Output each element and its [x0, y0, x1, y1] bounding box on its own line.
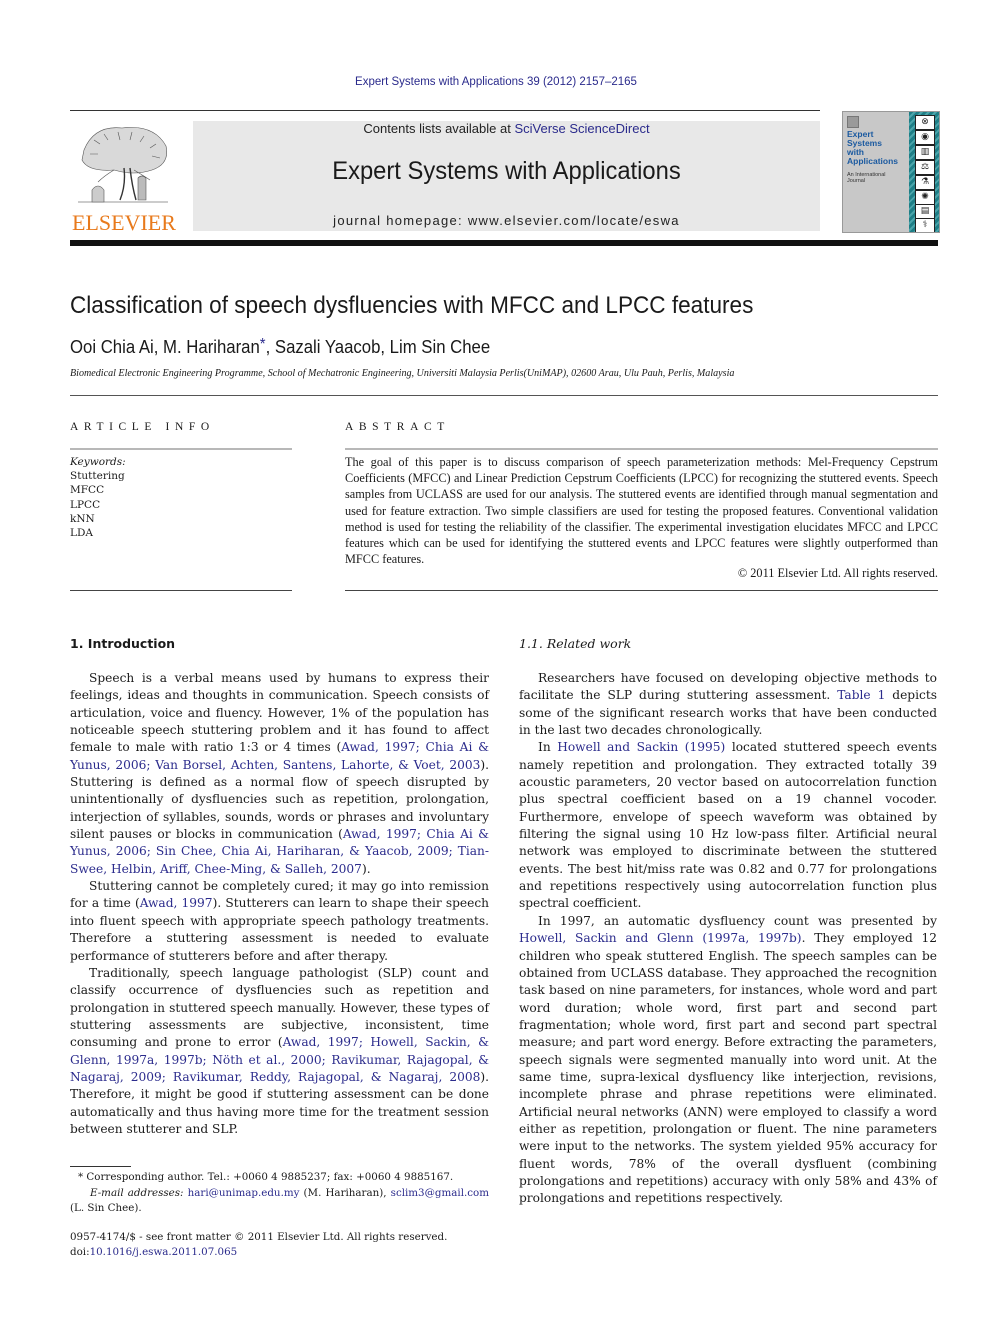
related-paragraph-3: In 1997, an automatic dysfluency count w…	[519, 913, 937, 1208]
authors-part-2: , Sazali Yaacob, Lim Sin Chee	[265, 337, 491, 357]
citation-link[interactable]: Table 1	[837, 688, 885, 702]
keyword-item: MFCC	[70, 484, 105, 497]
keyword-item: Stuttering	[70, 470, 125, 483]
author-list: Ooi Chia Ai, M. Hariharan*, Sazali Yaaco…	[70, 336, 490, 358]
citation-link[interactable]: Howell and Sackin (1995)	[557, 740, 725, 754]
cover-icon-strip: ⊗ ◉ ▥ ⚖ ⚗ ✺ ▤ ⚕	[909, 112, 939, 232]
corresponding-author-footnote: * Corresponding author. Tel.: +0060 4 98…	[78, 1171, 454, 1183]
cover-microscope-icon: ⚗	[915, 175, 935, 190]
title-separator-rule	[70, 395, 938, 396]
cover-network-icon: ✺	[915, 190, 935, 205]
journal-cover-thumbnail[interactable]: Expert Systems with Applications An Inte…	[842, 111, 940, 233]
keyword-item: kNN	[70, 512, 95, 525]
cover-gear-icon: ⊗	[915, 115, 935, 130]
cover-globe-icon: ◉	[915, 130, 935, 145]
email-footnote: E-mail addresses: hari@unimap.edu.my (M.…	[70, 1186, 489, 1217]
email-label: E-mail addresses:	[90, 1186, 184, 1199]
intro-paragraph-3: Traditionally, speech language pathologi…	[70, 965, 489, 1138]
email-link-hariharan[interactable]: hari@unimap.edu.my	[188, 1187, 300, 1199]
cover-subtitle: An International Journal	[847, 172, 886, 184]
journal-citation-link[interactable]: Expert Systems with Applications 39 (201…	[0, 76, 992, 88]
front-matter: 0957-4174/$ - see front matter © 2011 El…	[70, 1230, 447, 1260]
doi-line: doi:10.1016/j.eswa.2011.07.065	[70, 1245, 447, 1260]
citation-link[interactable]: Awad, 1997	[140, 896, 213, 910]
abstract-heading: ABSTRACT	[345, 421, 450, 433]
cover-barchart-icon: ▥	[915, 145, 935, 160]
sciencedirect-link[interactable]: SciVerse ScienceDirect	[514, 121, 649, 136]
article-title: Classification of speech dysfluencies wi…	[70, 292, 754, 319]
citation-link[interactable]: Howell, Sackin and Glenn (1997a, 1997b)	[519, 931, 802, 945]
left-column-body: Speech is a verbal means used by humans …	[70, 670, 489, 1138]
article-info-heading: ARTICLE INFO	[70, 421, 215, 433]
article-info-bottom-rule	[70, 590, 292, 591]
intro-paragraph-1: Speech is a verbal means used by humans …	[70, 670, 489, 878]
cover-scales-icon: ⚖	[915, 160, 935, 175]
intro-paragraph-2: Stuttering cannot be completely cured; i…	[70, 878, 489, 965]
cover-subtitle-line: Journal	[847, 178, 866, 184]
abstract-bottom-rule	[345, 590, 938, 591]
keywords-label: Keywords:	[70, 456, 126, 468]
related-paragraph-1: Researchers have focused on developing o…	[519, 670, 937, 739]
doi-prefix: doi:	[70, 1246, 90, 1258]
elsevier-wordmark: ELSEVIER	[72, 210, 176, 235]
authors-part-1: Ooi Chia Ai, M. Hariharan	[70, 337, 260, 357]
journal-masthead: Contents lists available at SciVerse Sci…	[193, 121, 820, 231]
email-link-sinchee[interactable]: sclim3@gmail.com	[391, 1187, 489, 1199]
elsevier-tree-icon	[78, 127, 168, 203]
body-text: . They employed 12 children who speak st…	[519, 931, 938, 1206]
contents-available-line: Contents lists available at SciVerse Sci…	[193, 121, 820, 136]
abstract-copyright: © 2011 Elsevier Ltd. All rights reserved…	[737, 566, 938, 580]
keyword-item: LDA	[70, 527, 93, 540]
header-top-rule	[70, 110, 820, 111]
body-text: ).	[361, 861, 371, 876]
footnote-rule	[70, 1166, 131, 1167]
abstract-body: The goal of this paper is to discuss com…	[345, 455, 938, 567]
issn-copyright-line: 0957-4174/$ - see front matter © 2011 El…	[70, 1231, 448, 1243]
journal-title: Expert Systems with Applications	[332, 157, 681, 185]
doi-link[interactable]: 10.1016/j.eswa.2011.07.065	[90, 1246, 238, 1258]
email-owner-1: (M. Hariharan),	[299, 1186, 391, 1199]
keywords-list: Keywords: Stuttering MFCC LPCC kNN LDA	[70, 455, 126, 540]
header-thick-rule	[70, 240, 938, 246]
related-paragraph-2: In Howell and Sackin (1995) located stut…	[519, 739, 937, 912]
cover-elsevier-icon	[847, 116, 859, 128]
right-column-body: Researchers have focused on developing o…	[519, 670, 937, 1208]
abstract-rule	[345, 448, 938, 450]
keyword-item: LPCC	[70, 498, 101, 511]
cover-caduceus-icon: ⚕	[915, 218, 935, 232]
cover-title: Expert Systems with Applications	[847, 130, 898, 166]
cover-title-line: Applications	[847, 156, 899, 166]
elsevier-logo[interactable]: ELSEVIER	[70, 118, 178, 235]
email-owner-2: (L. Sin Chee).	[70, 1202, 142, 1214]
footnotes: * Corresponding author. Tel.: +0060 4 98…	[70, 1170, 489, 1217]
body-text: In	[538, 740, 558, 755]
cover-document-icon: ▤	[915, 204, 935, 219]
introduction-heading: 1. Introduction	[70, 636, 176, 651]
contents-prefix: Contents lists available at	[363, 121, 515, 136]
body-text: In 1997, an automatic dysfluency count w…	[538, 913, 937, 928]
related-work-heading: 1.1. Related work	[519, 636, 632, 651]
journal-homepage-link[interactable]: journal homepage: www.elsevier.com/locat…	[193, 213, 820, 228]
article-info-rule	[70, 448, 292, 450]
body-text: located stuttered speech events namely r…	[519, 740, 938, 911]
author-affiliation: Biomedical Electronic Engineering Progra…	[70, 368, 735, 379]
